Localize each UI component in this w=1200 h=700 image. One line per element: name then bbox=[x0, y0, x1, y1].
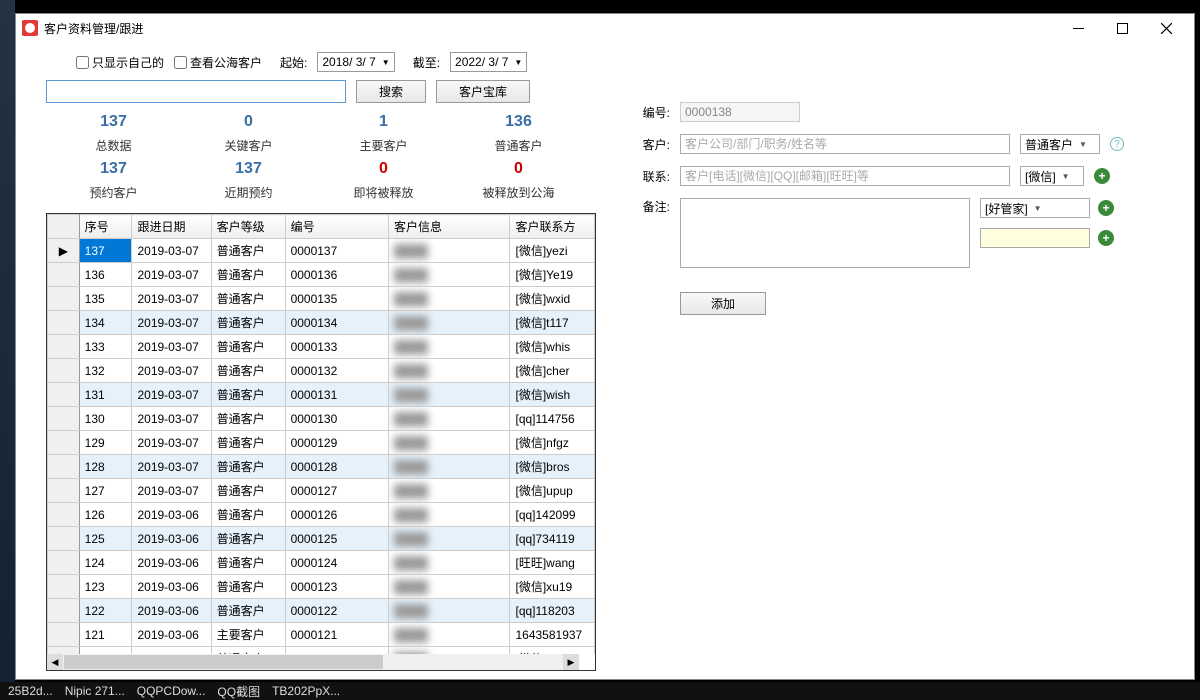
table-row[interactable]: 1242019-03-06普通客户0000124████[旺旺]wang bbox=[48, 551, 595, 575]
table-row[interactable]: 1222019-03-06普通客户0000122████[qq]118203 bbox=[48, 599, 595, 623]
help-icon[interactable]: ? bbox=[1110, 137, 1124, 151]
stat-label: 预约客户 bbox=[46, 184, 181, 201]
stat-number: 136 bbox=[451, 113, 586, 131]
table-row[interactable]: 1292019-03-07普通客户0000129████[微信]nfgz bbox=[48, 431, 595, 455]
close-button[interactable] bbox=[1144, 14, 1188, 42]
stat-number: 1 bbox=[316, 113, 451, 131]
date-to-label: 截至: bbox=[413, 54, 440, 71]
table-row[interactable]: 1202019-03-05普通客户0000120████[微信]li bbox=[48, 647, 595, 655]
taskbar-item[interactable]: Nipic 271... bbox=[65, 684, 125, 698]
table-row[interactable]: 1342019-03-07普通客户0000134████[微信]t117 bbox=[48, 311, 595, 335]
table-row[interactable]: 1302019-03-07普通客户0000130████[qq]114756 bbox=[48, 407, 595, 431]
column-header[interactable]: 编号 bbox=[285, 215, 388, 239]
search-input[interactable] bbox=[46, 80, 346, 103]
stat-label: 主要客户 bbox=[316, 137, 451, 154]
public-sea-checkbox[interactable]: 查看公海客户 bbox=[174, 54, 262, 71]
taskbar-item[interactable]: QQ截图 bbox=[217, 683, 260, 700]
contact-type-select[interactable]: [微信]▼ bbox=[1020, 166, 1084, 186]
table-row[interactable]: 1312019-03-07普通客户0000131████[微信]wish bbox=[48, 383, 595, 407]
date-from-input[interactable]: 2018/ 3/ 7▼ bbox=[317, 52, 394, 72]
stat-number: 0 bbox=[316, 160, 451, 178]
chevron-down-icon: ▼ bbox=[1079, 140, 1087, 149]
taskbar: 25B2d... Nipic 271... QQPCDow... QQ截图 TB202P… bbox=[0, 682, 1200, 700]
remark-label: 备注: bbox=[626, 198, 670, 215]
customer-input[interactable] bbox=[680, 134, 1010, 154]
chevron-down-icon: ▼ bbox=[382, 58, 390, 67]
scroll-left-arrow[interactable]: ◀ bbox=[47, 654, 63, 670]
remark-textarea[interactable] bbox=[680, 198, 970, 268]
column-header[interactable]: 客户联系方 bbox=[510, 215, 595, 239]
contact-label: 联系: bbox=[626, 168, 670, 185]
table-row[interactable]: ▶1372019-03-07普通客户0000137████[微信]yezi bbox=[48, 239, 595, 263]
taskbar-item[interactable]: QQPCDow... bbox=[137, 684, 206, 698]
stat-label: 近期预约 bbox=[181, 184, 316, 201]
table-row[interactable]: 1362019-03-07普通客户0000136████[微信]Ye19 bbox=[48, 263, 595, 287]
customer-type-select[interactable]: 普通客户▼ bbox=[1020, 134, 1100, 154]
table-row[interactable]: 1232019-03-06普通客户0000123████[微信]xu19 bbox=[48, 575, 595, 599]
table-row[interactable]: 1282019-03-07普通客户0000128████[微信]bros bbox=[48, 455, 595, 479]
taskbar-item[interactable]: TB202PpX... bbox=[272, 684, 340, 698]
table-row[interactable]: 1322019-03-07普通客户0000132████[微信]cher bbox=[48, 359, 595, 383]
window-title: 客户资料管理/跟进 bbox=[44, 20, 1056, 37]
public-sea-label: 查看公海客户 bbox=[190, 54, 262, 71]
table-row[interactable]: 1352019-03-07普通客户0000135████[微信]wxid bbox=[48, 287, 595, 311]
id-value: 0000138 bbox=[680, 102, 800, 122]
main-window: 客户资料管理/跟进 只显示自己的 查看公海客户 起始: 2018/ 3/ 7▼ … bbox=[15, 13, 1195, 680]
add-button[interactable]: 添加 bbox=[680, 292, 766, 315]
app-icon bbox=[22, 20, 38, 36]
column-header[interactable]: 序号 bbox=[79, 215, 132, 239]
stat-label: 普通客户 bbox=[451, 137, 586, 154]
add-contact-icon[interactable]: + bbox=[1094, 168, 1110, 184]
contact-input[interactable] bbox=[680, 166, 1010, 186]
chevron-down-icon: ▼ bbox=[1034, 204, 1042, 213]
id-label: 编号: bbox=[626, 104, 670, 121]
table-row[interactable]: 1272019-03-07普通客户0000127████[微信]upup bbox=[48, 479, 595, 503]
only-mine-label: 只显示自己的 bbox=[92, 54, 164, 71]
date-to-input[interactable]: 2022/ 3/ 7▼ bbox=[450, 52, 527, 72]
treasure-button[interactable]: 客户宝库 bbox=[436, 80, 530, 103]
horizontal-scrollbar[interactable]: ◀ ▶ bbox=[47, 654, 579, 670]
column-header[interactable]: 客户等级 bbox=[211, 215, 285, 239]
stat-number: 0 bbox=[181, 113, 316, 131]
chevron-down-icon: ▼ bbox=[1062, 172, 1070, 181]
stat-number: 137 bbox=[181, 160, 316, 178]
table-row[interactable]: 1262019-03-06普通客户0000126████[qq]142099 bbox=[48, 503, 595, 527]
stat-label: 关键客户 bbox=[181, 137, 316, 154]
table-row[interactable]: 1332019-03-07普通客户0000133████[微信]whis bbox=[48, 335, 595, 359]
table-row[interactable]: 1212019-03-06主要客户0000121████1643581937 bbox=[48, 623, 595, 647]
only-mine-checkbox[interactable]: 只显示自己的 bbox=[76, 54, 164, 71]
scroll-thumb[interactable] bbox=[64, 655, 383, 669]
customer-label: 客户: bbox=[626, 136, 670, 153]
stat-label: 总数据 bbox=[46, 137, 181, 154]
add-extra-icon[interactable]: + bbox=[1098, 230, 1114, 246]
titlebar: 客户资料管理/跟进 bbox=[16, 14, 1194, 42]
stat-number: 0 bbox=[451, 160, 586, 178]
taskbar-item[interactable]: 25B2d... bbox=[8, 684, 53, 698]
date-from-label: 起始: bbox=[280, 54, 307, 71]
minimize-button[interactable] bbox=[1056, 14, 1100, 42]
column-header[interactable]: 跟进日期 bbox=[132, 215, 211, 239]
customer-table: 序号跟进日期客户等级编号客户信息客户联系方 ▶1372019-03-07普通客户… bbox=[46, 213, 596, 671]
desktop-background bbox=[0, 0, 15, 700]
stats-grid: 13701136总数据关键客户主要客户普通客户13713700预约客户近期预约即… bbox=[46, 113, 586, 201]
stat-number: 137 bbox=[46, 113, 181, 131]
search-button[interactable]: 搜索 bbox=[356, 80, 426, 103]
maximize-button[interactable] bbox=[1100, 14, 1144, 42]
table-scroll[interactable]: 序号跟进日期客户等级编号客户信息客户联系方 ▶1372019-03-07普通客户… bbox=[47, 214, 595, 654]
extra-input[interactable] bbox=[980, 228, 1090, 248]
column-header[interactable]: 客户信息 bbox=[389, 215, 510, 239]
stat-label: 即将被释放 bbox=[316, 184, 451, 201]
add-tag-icon[interactable]: + bbox=[1098, 200, 1114, 216]
scroll-right-arrow[interactable]: ▶ bbox=[563, 654, 579, 670]
chevron-down-icon: ▼ bbox=[514, 58, 522, 67]
stat-number: 137 bbox=[46, 160, 181, 178]
tag-select[interactable]: [好管家]▼ bbox=[980, 198, 1090, 218]
table-row[interactable]: 1252019-03-06普通客户0000125████[qq]734119 bbox=[48, 527, 595, 551]
stat-label: 被释放到公海 bbox=[451, 184, 586, 201]
